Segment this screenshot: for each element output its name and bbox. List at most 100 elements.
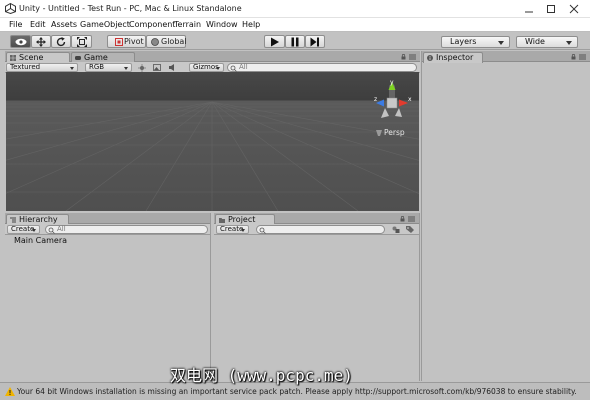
layout-label: Wide [525, 37, 545, 46]
tab-hierarchy-label: Hierarchy [19, 215, 58, 224]
pause-button[interactable] [285, 35, 305, 48]
minimize-button[interactable] [518, 0, 540, 17]
close-button[interactable] [563, 0, 585, 17]
chevron-down-icon [241, 229, 245, 232]
rotate-tool-button[interactable] [51, 35, 71, 48]
step-forward-icon [310, 37, 319, 46]
gizmos-dropdown[interactable]: Gizmos [189, 63, 224, 72]
panel-menu-icon[interactable] [408, 216, 415, 222]
lock-icon[interactable] [400, 216, 405, 222]
play-button[interactable] [264, 35, 285, 48]
watermark-text: 双电网 (www.pcpc.me) [170, 366, 353, 385]
filter-by-type-button[interactable] [391, 225, 401, 234]
hand-tool-button[interactable] [10, 35, 31, 48]
menu-bar: File Edit Assets GameObject Component Te… [0, 18, 590, 32]
gizmo-center-cube[interactable] [386, 97, 398, 109]
minimize-icon [525, 11, 533, 13]
step-button[interactable] [305, 35, 325, 48]
gizmo-label-x: x [408, 96, 412, 103]
render-mode-dropdown[interactable]: RGB [85, 63, 132, 72]
hierarchy-icon [10, 217, 16, 223]
scene-lighting-toggle[interactable] [137, 63, 147, 72]
play-icon [270, 37, 279, 46]
panel-menu-icon[interactable] [409, 54, 416, 60]
hierarchy-search-placeholder: All [57, 225, 66, 233]
search-icon [48, 227, 55, 234]
layers-label: Layers [450, 37, 477, 46]
scale-icon [76, 36, 87, 47]
project-toolbar: Create [214, 224, 419, 235]
close-icon [569, 4, 579, 14]
tab-scene-label: Scene [19, 53, 44, 62]
inspector-panel: Inspector [421, 51, 590, 381]
menu-gameobject[interactable]: GameObject [80, 20, 130, 29]
image-icon [153, 64, 161, 71]
pivot-toggle-button[interactable]: Pivot [107, 35, 146, 48]
project-create-dropdown[interactable]: Create [216, 225, 249, 234]
warning-icon [5, 387, 15, 396]
chevron-down-icon [124, 67, 128, 70]
maximize-icon [547, 5, 555, 13]
z-axis-cone[interactable] [376, 99, 384, 107]
folder-icon [219, 218, 225, 223]
status-message: Your 64 bit Windows installation is miss… [17, 387, 577, 396]
main-toolbar: Pivot Global Layers Wide [0, 32, 590, 50]
lock-icon[interactable] [571, 54, 576, 60]
hierarchy-search-input[interactable]: All [45, 225, 208, 234]
perspective-icon [376, 130, 382, 136]
scene-audio-toggle[interactable] [168, 63, 178, 72]
tab-inspector[interactable]: Inspector [423, 52, 483, 63]
scene-tab-row: Scene Game [5, 51, 420, 63]
project-tab-row: Project [214, 213, 419, 225]
project-panel: Project Create [214, 213, 420, 381]
rotate-icon [56, 36, 66, 46]
render-mode-label: RGB [89, 63, 105, 71]
menu-terrain[interactable]: Terrain [174, 20, 201, 29]
global-toggle-button[interactable]: Global [146, 35, 187, 48]
project-create-label: Create [220, 225, 244, 233]
menu-help[interactable]: Help [242, 20, 260, 29]
scale-tool-button[interactable] [71, 35, 92, 48]
scene-grid-icon [10, 55, 16, 61]
hierarchy-panel: Hierarchy Create All Main Camera [5, 213, 211, 381]
layers-dropdown[interactable]: Layers [441, 36, 510, 48]
project-search-input[interactable] [256, 225, 385, 234]
x-axis-cone[interactable] [399, 99, 408, 107]
hierarchy-create-dropdown[interactable]: Create [7, 225, 40, 234]
speaker-icon [169, 64, 174, 71]
globe-icon [151, 37, 159, 46]
menu-window[interactable]: Window [206, 20, 238, 29]
layout-dropdown[interactable]: Wide [516, 36, 578, 48]
pivot-icon [115, 37, 123, 46]
menu-assets[interactable]: Assets [51, 20, 77, 29]
grid-lines [6, 101, 419, 211]
tab-game-label: Game [84, 53, 108, 62]
menu-file[interactable]: File [9, 20, 22, 29]
orientation-gizmo[interactable]: y x z [368, 76, 418, 126]
persp-label[interactable]: Persp [384, 128, 405, 137]
shading-mode-dropdown[interactable]: Textured [6, 63, 78, 72]
global-label: Global [161, 37, 187, 46]
chevron-down-icon [32, 229, 36, 232]
filter-by-label-button[interactable] [405, 225, 415, 234]
move-tool-button[interactable] [31, 35, 51, 48]
game-controller-icon [75, 56, 81, 60]
menu-component[interactable]: Component [129, 20, 175, 29]
panel-menu-icon[interactable] [579, 54, 586, 60]
inspector-tab-row: Inspector [422, 51, 590, 63]
title-bar: Unity - Untitled - Test Run - PC, Mac & … [0, 0, 590, 18]
tab-game[interactable]: Game [71, 52, 135, 62]
scene-grid [6, 101, 419, 211]
gizmo-label-z: z [374, 96, 377, 103]
lock-icon[interactable] [401, 54, 406, 60]
chevron-down-icon [216, 67, 220, 70]
scene-overlay-toggle[interactable] [152, 63, 162, 72]
maximize-button[interactable] [540, 0, 562, 17]
scene-search-placeholder: All [239, 63, 248, 71]
shading-mode-label: Textured [10, 63, 41, 71]
scene-viewport[interactable]: y x z Persp [6, 72, 419, 211]
scene-search-input[interactable]: All [227, 63, 417, 72]
hierarchy-item-main-camera[interactable]: Main Camera [14, 236, 67, 245]
tab-project-label: Project [228, 215, 256, 224]
menu-edit[interactable]: Edit [30, 20, 46, 29]
